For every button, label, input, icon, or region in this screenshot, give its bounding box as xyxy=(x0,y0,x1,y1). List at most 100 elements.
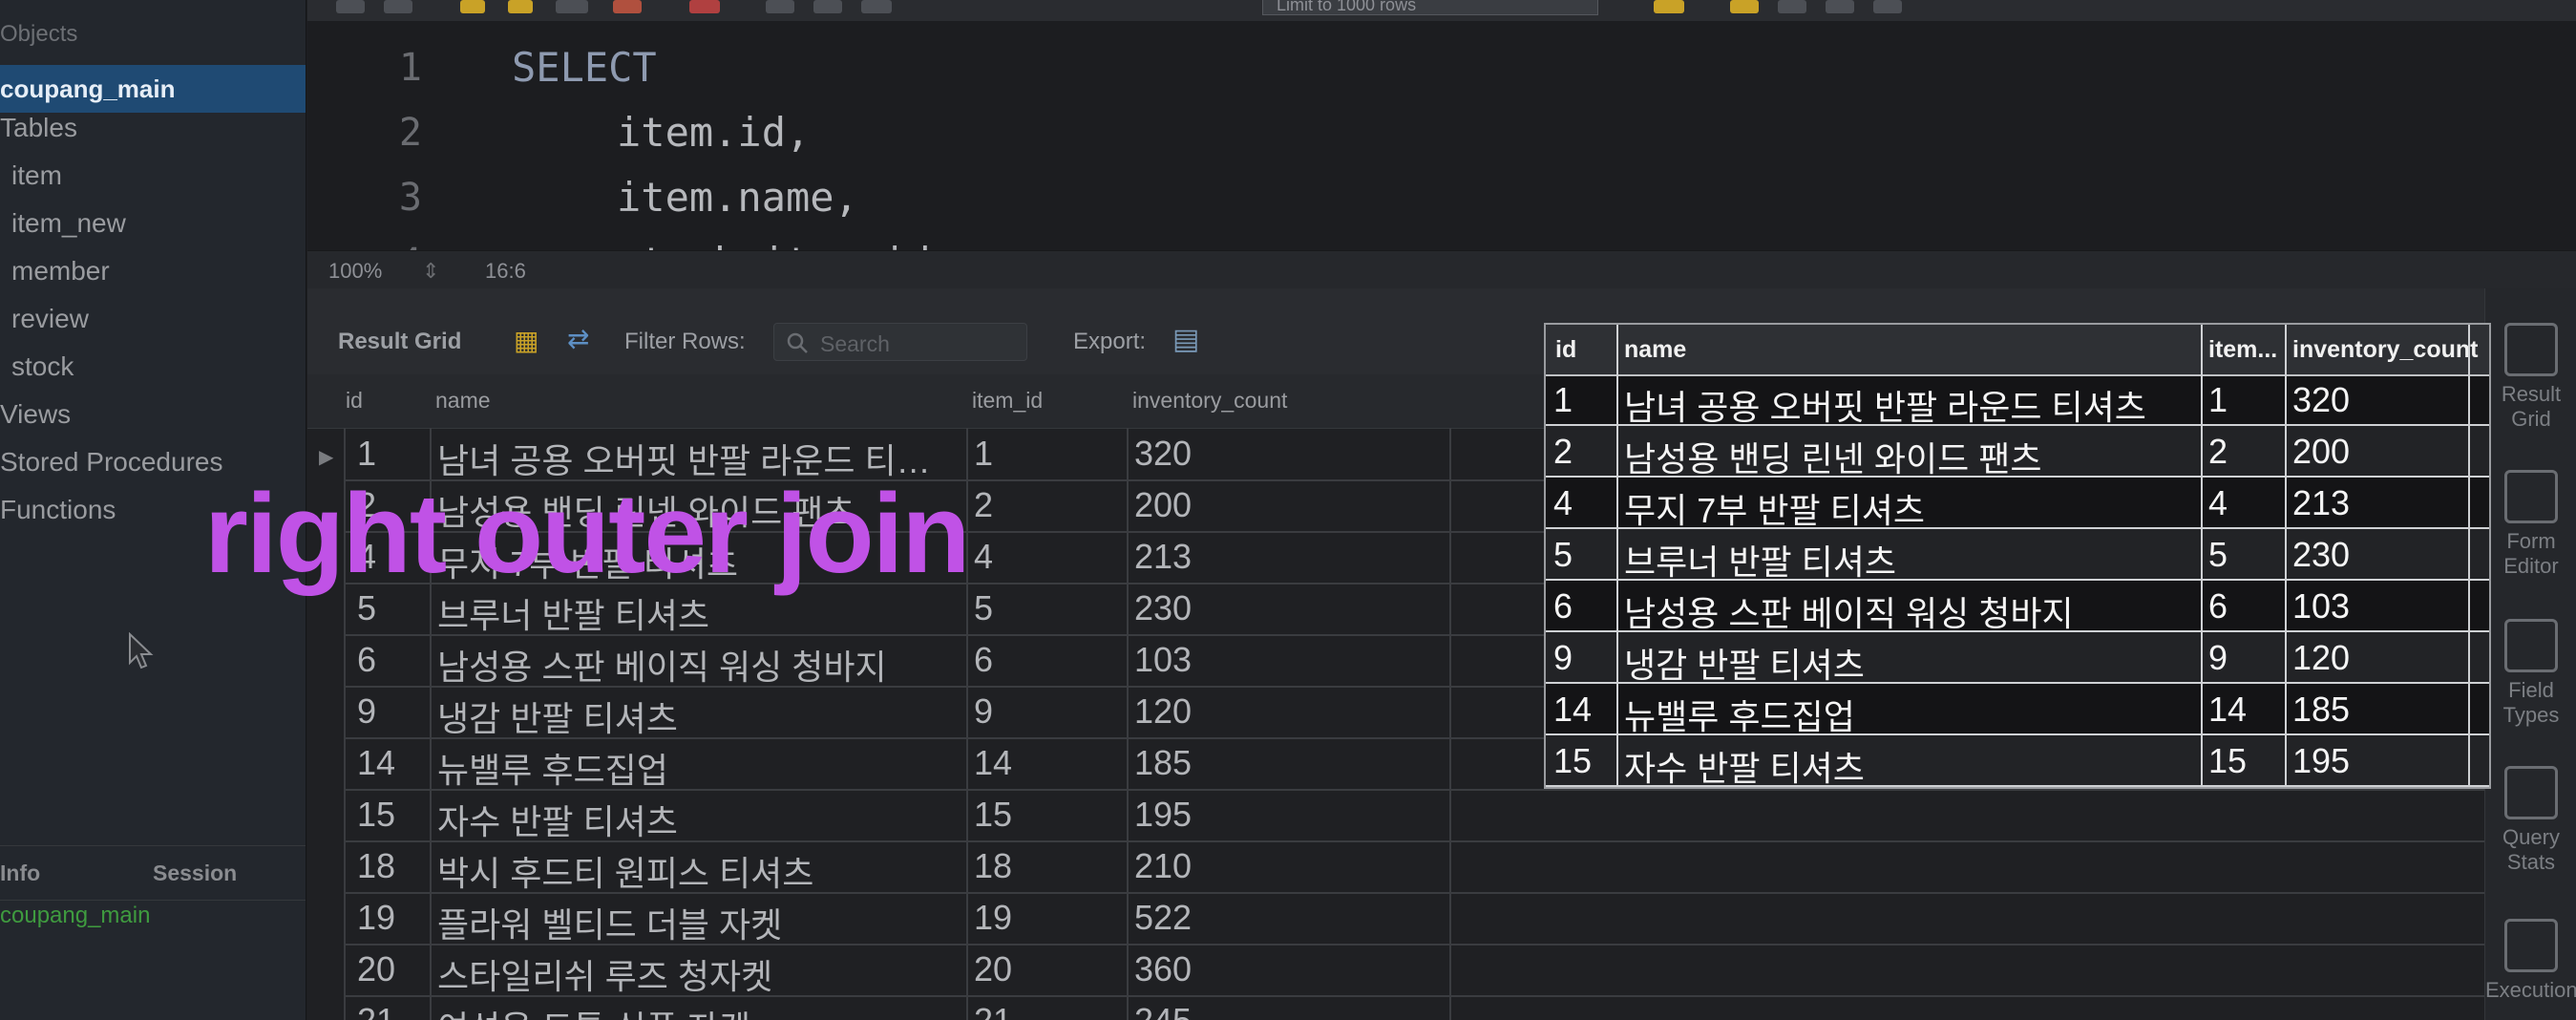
commit-icon[interactable] xyxy=(766,0,794,13)
toggle-error-icon[interactable] xyxy=(689,0,720,13)
side-field-types-button[interactable]: Field Types xyxy=(2485,619,2576,728)
cell-item-id: 9 xyxy=(974,691,994,731)
cursor-position: 16:6 xyxy=(485,259,526,283)
column-header-inventory-count[interactable]: inventory_count xyxy=(1132,388,1287,414)
table-row[interactable]: 19 플라워 벨티드 더블 자켓 19 522 xyxy=(346,892,2484,946)
cell-inventory-count: 103 xyxy=(1134,640,1193,679)
bookmark-icon[interactable] xyxy=(1730,0,1759,13)
float-cell-item-id: 2 xyxy=(2208,432,2228,471)
line-number: 4 xyxy=(307,241,422,250)
code-line: stock.item_id, xyxy=(617,239,955,250)
float-cell-id: 15 xyxy=(1553,741,1593,780)
float-cell-name: 남녀 공용 오버핏 반팔 라운드 티셔츠 xyxy=(1624,388,2146,427)
floating-result-table: id name item... inventory_count 1 남녀 공용 … xyxy=(1544,323,2491,789)
zoom-level[interactable]: 100% xyxy=(328,259,382,284)
tree-tables[interactable]: Tables xyxy=(0,113,77,143)
float-cell-id: 5 xyxy=(1553,535,1573,574)
float-cell-inventory-count: 320 xyxy=(2292,380,2351,419)
line-number: 3 xyxy=(398,176,422,220)
execution-plan-icon xyxy=(2504,919,2558,972)
limit-rows-select[interactable]: Limit to 1000 rows xyxy=(1262,0,1598,15)
side-execution-plan-button[interactable]: Execution xyxy=(2485,919,2576,1003)
execute-icon[interactable] xyxy=(460,0,485,13)
export-label: Export: xyxy=(1073,329,1147,354)
explain-icon[interactable] xyxy=(556,0,588,13)
side-label: Form Editor xyxy=(2503,529,2559,578)
float-cell-id: 9 xyxy=(1553,638,1573,677)
tree-table-review[interactable]: review xyxy=(11,304,89,334)
search-placeholder: Search xyxy=(820,331,890,356)
column-header-name[interactable]: name xyxy=(435,388,491,414)
tab-info[interactable]: Info xyxy=(0,861,40,886)
side-form-editor-button[interactable]: Form Editor xyxy=(2485,470,2576,579)
schema-coupang-main[interactable]: coupang_main xyxy=(0,65,306,113)
tree-table-item-new[interactable]: item_new xyxy=(11,208,126,239)
cell-id: 14 xyxy=(357,743,396,782)
cell-id: 19 xyxy=(357,898,396,937)
table-row[interactable]: 20 스타일리쉬 루즈 청자켓 20 360 xyxy=(346,944,2484,997)
cell-name: 남성용 스판 베이직 워싱 청바지 xyxy=(437,648,887,687)
filter-search-input[interactable]: Search xyxy=(773,323,1027,361)
side-query-stats-button[interactable]: Query Stats xyxy=(2485,766,2576,875)
tree-functions[interactable]: Functions xyxy=(0,495,116,525)
beautify-icon[interactable] xyxy=(1654,0,1684,13)
column-header-id[interactable]: id xyxy=(346,388,363,414)
cell-inventory-count: 185 xyxy=(1134,743,1193,782)
cell-inventory-count: 245 xyxy=(1134,1001,1192,1020)
find-icon[interactable] xyxy=(1778,0,1806,13)
float-table-row: 1 남녀 공용 오버핏 반팔 라운드 티셔츠 1 320 xyxy=(1546,374,2489,427)
grid-view-icon[interactable]: ▦ xyxy=(514,325,538,356)
tree-table-stock[interactable]: stock xyxy=(11,351,74,382)
zoom-stepper-icon[interactable]: ⇕ xyxy=(422,259,439,284)
cell-item-id: 20 xyxy=(974,949,1013,988)
table-row[interactable]: 18 박시 후드티 원피스 티셔츠 18 210 xyxy=(346,840,2484,894)
float-table-row: 2 남성용 밴딩 린넨 와이드 팬츠 2 200 xyxy=(1546,426,2489,478)
invisible-chars-icon[interactable] xyxy=(1826,0,1854,13)
float-cell-name: 무지 7부 반팔 티셔츠 xyxy=(1624,491,1925,530)
wrap-lines-icon[interactable] xyxy=(1873,0,1902,13)
refresh-icon[interactable]: ⇄ xyxy=(567,323,589,354)
float-cell-inventory-count: 200 xyxy=(2292,432,2351,471)
autocommit-icon[interactable] xyxy=(861,0,892,13)
open-file-icon[interactable] xyxy=(336,0,365,13)
cell-id: 21 xyxy=(357,1001,395,1020)
stop-icon[interactable] xyxy=(613,0,642,13)
cell-item-id: 19 xyxy=(974,898,1013,937)
tab-session[interactable]: Session xyxy=(153,861,237,886)
float-cell-name: 자수 반팔 티셔츠 xyxy=(1624,749,1865,788)
float-cell-inventory-count: 230 xyxy=(2292,535,2351,574)
save-icon[interactable] xyxy=(384,0,412,13)
side-label: Execution xyxy=(2485,978,2576,1002)
tree-views[interactable]: Views xyxy=(0,399,71,430)
column-header-item-id[interactable]: item_id xyxy=(972,388,1043,414)
cell-name: 스타일리쉬 루즈 청자켓 xyxy=(437,957,773,996)
float-cell-inventory-count: 120 xyxy=(2292,638,2351,677)
side-label: Field Types xyxy=(2502,678,2560,727)
export-icon[interactable]: ▤ xyxy=(1172,323,1199,356)
float-col-name: name xyxy=(1624,336,1687,363)
field-types-icon xyxy=(2504,619,2558,672)
cell-id: 6 xyxy=(357,640,377,679)
tree-table-member[interactable]: member xyxy=(11,256,110,287)
cell-inventory-count: 230 xyxy=(1134,588,1193,627)
rollback-icon[interactable] xyxy=(813,0,842,13)
cell-inventory-count: 120 xyxy=(1134,691,1193,731)
table-row[interactable]: 15 자수 반팔 티셔츠 15 195 xyxy=(346,789,2484,842)
execute-current-icon[interactable] xyxy=(508,0,533,13)
mouse-cursor-icon xyxy=(129,632,154,669)
side-result-grid-button[interactable]: Result Grid xyxy=(2485,323,2576,432)
float-cell-item-id: 9 xyxy=(2208,638,2228,677)
float-cell-name: 냉감 반팔 티셔츠 xyxy=(1624,646,1865,685)
code-line: item.id, xyxy=(617,109,811,156)
table-row[interactable]: 21 여성용 도톰 심플 자켓 21 245 xyxy=(346,995,2484,1020)
tree-stored-procedures[interactable]: Stored Procedures xyxy=(0,447,222,478)
float-col-item-id: item... xyxy=(2208,336,2278,363)
sidebar-header: Objects xyxy=(0,21,78,47)
float-cell-item-id: 1 xyxy=(2208,380,2228,419)
sql-editor[interactable]: 1 2 3 4 SELECT item.id, item.name, stock… xyxy=(307,21,2576,250)
cell-id: 20 xyxy=(357,949,396,988)
float-cell-item-id: 5 xyxy=(2208,535,2228,574)
tree-table-item[interactable]: item xyxy=(11,160,62,191)
float-cell-item-id: 14 xyxy=(2208,690,2248,729)
code-line: SELECT xyxy=(512,44,657,91)
